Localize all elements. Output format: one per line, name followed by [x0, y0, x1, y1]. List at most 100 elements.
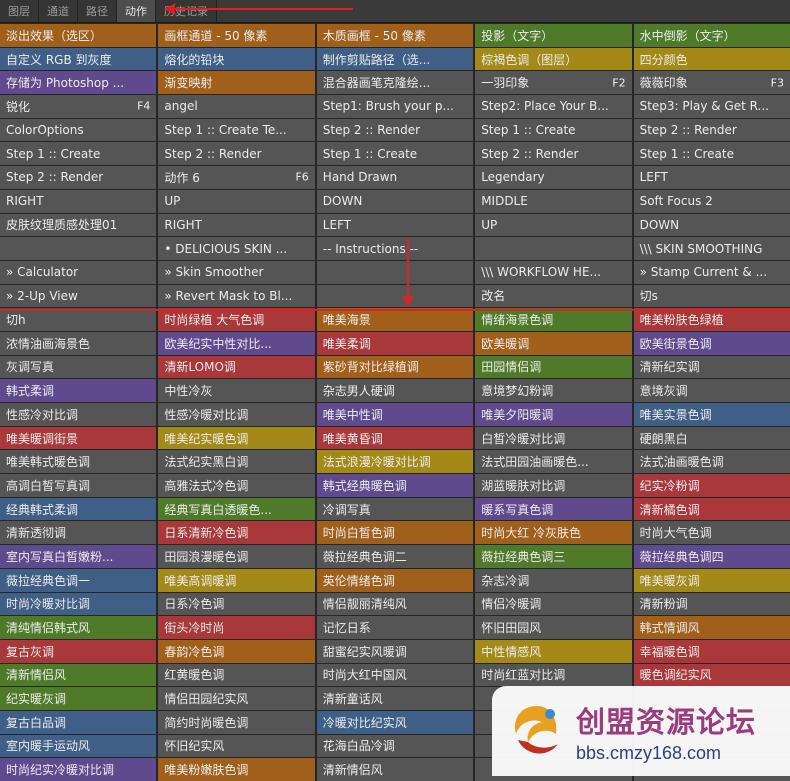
action-button[interactable]: 皮肤纹理质感处理01: [0, 213, 157, 237]
action-button[interactable]: 唯美海景: [316, 308, 474, 331]
action-button[interactable]: 唯美暖调街景: [0, 426, 157, 450]
action-button[interactable]: 冷调写真: [316, 497, 474, 521]
action-button[interactable]: 唯美实景色调: [633, 403, 790, 426]
action-button[interactable]: LEFT: [316, 213, 474, 237]
action-button[interactable]: angel: [158, 95, 315, 118]
action-button[interactable]: 清新纪实调: [633, 355, 790, 379]
action-button[interactable]: 英伦情绪色调: [316, 568, 474, 592]
action-button[interactable]: » Calculator: [0, 260, 157, 284]
action-button[interactable]: 幸福暖色调: [633, 639, 790, 663]
action-button[interactable]: 春韵冷色调: [158, 639, 315, 663]
action-button[interactable]: » Stamp Current & ...: [633, 260, 790, 284]
action-button[interactable]: 韩式经典暖色调: [316, 474, 474, 497]
action-button[interactable]: 欧美纪实中性对比...: [158, 331, 315, 355]
action-button[interactable]: MIDDLE: [475, 189, 632, 213]
action-button[interactable]: 唯美中性调: [316, 403, 474, 426]
action-button[interactable]: 情侣田园纪实风: [158, 687, 315, 710]
action-button[interactable]: 硬朗黑白: [633, 426, 790, 450]
action-button[interactable]: 制作剪贴路径（选...: [316, 47, 474, 71]
action-button[interactable]: Step 2 :: Render: [316, 118, 474, 142]
action-button[interactable]: Step1: Brush your p...: [316, 95, 474, 118]
action-button[interactable]: 室内暖手运动风: [0, 734, 157, 758]
action-button[interactable]: 日系冷色调: [158, 592, 315, 616]
action-button[interactable]: 淡出效果（选区）: [0, 24, 157, 47]
action-button[interactable]: 田园浪漫暖色调: [158, 545, 315, 568]
action-button[interactable]: 时尚冷暖对比调: [0, 592, 157, 616]
action-button[interactable]: • DELICIOUS SKIN ...: [158, 237, 315, 260]
action-button[interactable]: [316, 260, 474, 284]
action-button[interactable]: 怀旧田园风: [475, 616, 632, 639]
action-button[interactable]: 清新粉调: [633, 592, 790, 616]
action-button[interactable]: 薇拉经典色调二: [316, 545, 474, 568]
action-button[interactable]: 渐变映射: [158, 71, 315, 95]
action-button[interactable]: 一羽印象 F2: [475, 71, 632, 95]
action-button[interactable]: 湖蓝暖肤对比调: [475, 474, 632, 497]
action-button[interactable]: 法式田园油画暖色...: [475, 450, 632, 474]
action-button[interactable]: 欧美街景色调: [633, 331, 790, 355]
action-button[interactable]: Step 1 :: Create: [0, 142, 157, 166]
action-button[interactable]: 时尚大红 冷灰肤色: [475, 521, 632, 545]
action-button[interactable]: 薇拉经典色调一: [0, 568, 157, 592]
action-button[interactable]: Step3: Play & Get R...: [633, 95, 790, 118]
action-button[interactable]: 暖系写真色调: [475, 497, 632, 521]
action-button[interactable]: 清纯情侣韩式风: [0, 616, 157, 639]
action-button[interactable]: 中性冷灰: [158, 379, 315, 402]
action-button[interactable]: 唯美柔调: [316, 331, 474, 355]
action-button[interactable]: Soft Focus 2: [633, 189, 790, 213]
action-button[interactable]: 意境梦幻粉调: [475, 379, 632, 402]
action-button[interactable]: 混合器画笔克隆绘...: [316, 71, 474, 95]
action-button[interactable]: 欧美暖调: [475, 331, 632, 355]
action-button[interactable]: 时尚纪实冷暖对比调: [0, 758, 157, 781]
action-button[interactable]: 白皙冷暖对比调: [475, 426, 632, 450]
action-button[interactable]: 冷暖对比纪实风: [316, 710, 474, 734]
action-button[interactable]: 紫砂背对比绿植调: [316, 355, 474, 379]
action-button[interactable]: Step 2 :: Render: [0, 166, 157, 189]
action-button[interactable]: Hand Drawn: [316, 166, 474, 189]
action-button[interactable]: 改名: [475, 284, 632, 308]
action-button[interactable]: 存储为 Photoshop ...: [0, 71, 157, 95]
action-button[interactable]: 薇拉经典色调三: [475, 545, 632, 568]
action-button[interactable]: DOWN: [633, 213, 790, 237]
action-button[interactable]: 复古灰调: [0, 639, 157, 663]
action-button[interactable]: 唯美暖灰调: [633, 568, 790, 592]
action-button[interactable]: 时尚大气色调: [633, 521, 790, 545]
action-button[interactable]: 法式纪实黑白调: [158, 450, 315, 474]
action-button[interactable]: 画框通道 - 50 像素: [158, 24, 315, 47]
action-button[interactable]: 情绪海景色调: [475, 308, 632, 331]
action-button[interactable]: UP: [475, 213, 632, 237]
action-button[interactable]: [316, 284, 474, 308]
action-button[interactable]: 法式油画暖色调: [633, 450, 790, 474]
action-button[interactable]: Step 1 :: Create Te...: [158, 118, 315, 142]
action-button[interactable]: DOWN: [316, 189, 474, 213]
action-button[interactable]: 甜蜜纪实风暖调: [316, 639, 474, 663]
action-button[interactable]: 中性情感风: [475, 639, 632, 663]
action-button[interactable]: Step2: Place Your B...: [475, 95, 632, 118]
action-button[interactable]: 唯美韩式暖色调: [0, 450, 157, 474]
action-button[interactable]: 切h: [0, 308, 157, 331]
action-button[interactable]: 记忆日系: [316, 616, 474, 639]
action-button[interactable]: 杂志男人硬调: [316, 379, 474, 402]
action-button[interactable]: 时尚白皙色调: [316, 521, 474, 545]
action-button[interactable]: 日系清新冷色调: [158, 521, 315, 545]
action-button[interactable]: Step 2 :: Render: [475, 142, 632, 166]
action-button[interactable]: 情侣冷暖调: [475, 592, 632, 616]
action-button[interactable]: 复古白品调: [0, 710, 157, 734]
action-button[interactable]: 时尚绿植 大气色调: [158, 308, 315, 331]
action-button[interactable]: LEFT: [633, 166, 790, 189]
action-button[interactable]: 室内写真白皙嫩粉...: [0, 545, 157, 568]
action-button[interactable]: Step 2 :: Render: [633, 118, 790, 142]
action-button[interactable]: 清新LOMO调: [158, 355, 315, 379]
action-button[interactable]: Step 1 :: Create: [475, 118, 632, 142]
action-button[interactable]: 怀旧纪实风: [158, 734, 315, 758]
action-button[interactable]: 水中倒影（文字）: [633, 24, 790, 47]
action-button[interactable]: » 2-Up View: [0, 284, 157, 308]
action-button[interactable]: 花海白品冷调: [316, 734, 474, 758]
tab-0[interactable]: 图层: [0, 0, 39, 22]
action-button[interactable]: 时尚红蓝对比调: [475, 663, 632, 687]
tab-2[interactable]: 路径: [78, 0, 117, 22]
action-button[interactable]: Legendary: [475, 166, 632, 189]
action-button[interactable]: 自定义 RGB 到灰度: [0, 47, 157, 71]
action-button[interactable]: 纪实冷粉调: [633, 474, 790, 497]
action-button[interactable]: \\\ WORKFLOW HE...: [475, 260, 632, 284]
action-button[interactable]: 棕褐色调（图层）: [475, 47, 632, 71]
